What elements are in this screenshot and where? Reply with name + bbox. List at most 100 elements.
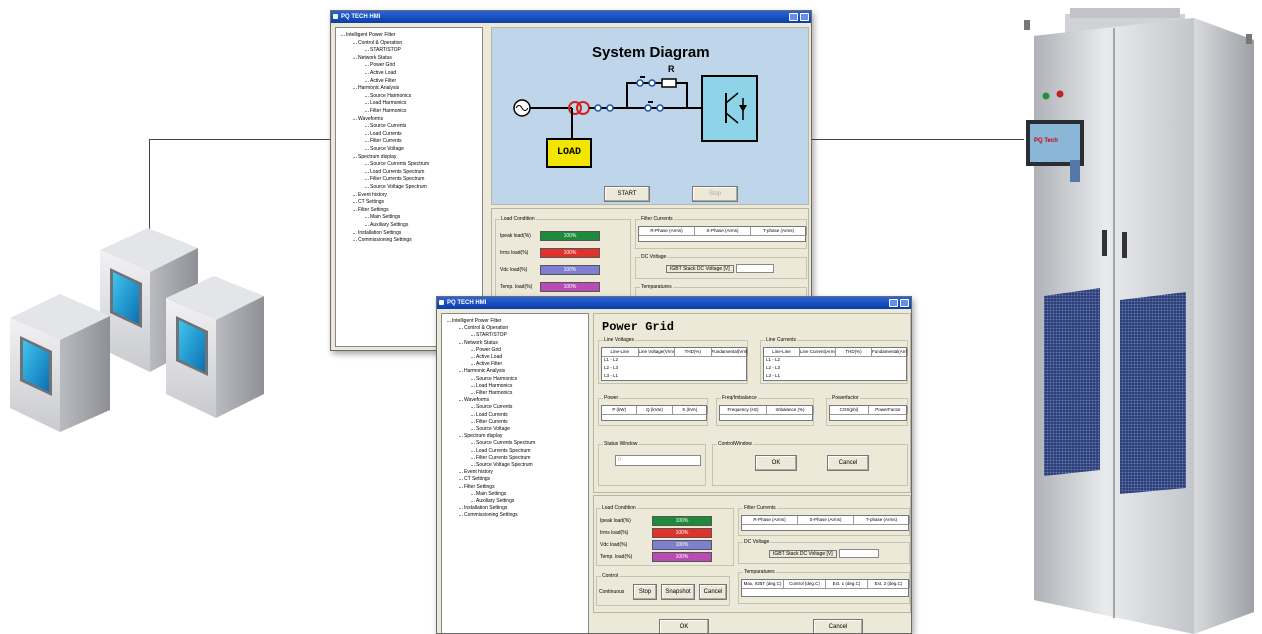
continuous-label[interactable]: Continuous <box>599 589 624 595</box>
dc-voltage-field[interactable] <box>736 264 774 273</box>
close-button[interactable] <box>800 13 809 21</box>
tree-item[interactable]: Load Currents Spectrum <box>470 448 530 454</box>
tree-item[interactable]: Load Currents <box>471 412 508 418</box>
tree-item[interactable]: Source Voltage Spectrum <box>365 184 427 190</box>
stop-button[interactable]: Stop <box>692 186 738 202</box>
window1-titlebar[interactable]: PQ TECH HMI <box>331 11 811 23</box>
dc-voltage-field[interactable] <box>839 549 879 558</box>
tree-item[interactable]: Filter Currents <box>471 419 508 425</box>
tree-item[interactable]: Installation Settings <box>352 230 401 236</box>
tree-item[interactable]: Active Filter <box>364 78 396 84</box>
tree-item[interactable]: Power Grid <box>364 62 395 68</box>
tree-item[interactable]: Commissioning Settings <box>459 512 518 518</box>
power-grid-panel: Power Grid Line Voltages Line-Line Line V… <box>593 313 911 493</box>
power-group: Power P (kW) Q (kVar) S (kVA) <box>598 395 708 426</box>
tree-item[interactable]: CT Settings <box>352 199 384 205</box>
table-row-label: L1 - L2 <box>766 357 781 362</box>
dc-voltage-field-label: IGBT Stack DC Voltage [V] <box>769 550 837 558</box>
column-header: P (kW) <box>602 406 638 414</box>
tree-item[interactable]: Event history <box>353 192 387 198</box>
tree-item[interactable]: Load Currents <box>365 131 402 137</box>
tree-item[interactable]: Source Currents <box>364 123 406 129</box>
tree-item[interactable]: Spectrum display <box>352 154 396 160</box>
tree-item[interactable]: Auxiliary Settings <box>470 498 514 504</box>
tree-item[interactable]: Network Status <box>353 55 392 61</box>
tree-item[interactable]: Active Filter <box>470 361 502 367</box>
tree-item[interactable]: Filter Currents Spectrum <box>470 455 530 461</box>
tree-item[interactable]: Intelligent Power Filter <box>340 32 395 38</box>
tree-item[interactable]: Filter Settings <box>353 207 389 213</box>
tree-item[interactable]: START/STOP <box>471 332 507 338</box>
load-condition-label: Ipeak load(%) <box>500 233 531 239</box>
column-header: THD(%) <box>675 348 712 356</box>
tree-item[interactable]: Source Harmonics <box>364 93 411 99</box>
close-button[interactable] <box>900 299 909 307</box>
tree-item[interactable]: Load Harmonics <box>364 100 406 106</box>
tree-item[interactable]: Intelligent Power Filter <box>446 318 501 324</box>
load-condition-bar: 100% <box>540 265 600 275</box>
minimize-button[interactable] <box>889 299 898 307</box>
tree-item[interactable]: Main Settings <box>470 491 506 497</box>
tree-item[interactable]: Source Voltage <box>471 426 510 432</box>
tree-item[interactable]: Spectrum display <box>458 433 502 439</box>
tree-item[interactable]: Waveforms <box>352 116 383 122</box>
tree-item[interactable]: Installation Settings <box>458 505 507 511</box>
load-condition-label: Vdc load(%) <box>500 267 528 273</box>
start-button[interactable]: START <box>604 186 650 202</box>
load-condition-title: Load Condition <box>500 216 536 222</box>
filter-currents-table: R-Phase (Arms) S-Phase (Arms) T-phase (Arm… <box>638 226 807 242</box>
tree-item[interactable]: Source Currents Spectrum <box>364 161 429 167</box>
tree-item[interactable]: START/STOP <box>365 47 401 53</box>
snapshot-button[interactable]: Snapshot <box>661 584 695 600</box>
minimize-button[interactable] <box>789 13 798 21</box>
navigation-tree[interactable]: Intelligent Power Filter Control & Operat… <box>441 313 589 633</box>
freq-imbalance-table: Frequency (Hz) Imbalance (%) <box>719 405 814 421</box>
tree-item[interactable]: Harmonic Analysis <box>458 368 505 374</box>
freq-imbalance-title: Freq/Imbalance <box>721 395 758 401</box>
tree-item[interactable]: Source Harmonics <box>470 376 517 382</box>
table-row-label: L2 - L3 <box>604 365 619 370</box>
tree-item[interactable]: Auxiliary Settings <box>364 222 408 228</box>
powerfactor-title: Powerfactor <box>831 395 860 401</box>
tree-item[interactable]: Filter Harmonics <box>470 390 512 396</box>
tree-item[interactable]: Control & Operation <box>458 325 508 331</box>
column-header: Control (deg.C) <box>784 580 826 588</box>
tree-item[interactable]: Active Load <box>470 354 502 360</box>
hmi-window-power-grid: PQ TECH HMI Intelligent Power Filter Cont… <box>436 296 912 634</box>
tree-item[interactable]: Source Voltage Spectrum <box>471 462 533 468</box>
tree-item[interactable]: Commissioning Settings <box>353 237 412 243</box>
column-header: T-phase (Arms) <box>751 227 807 235</box>
tree-item[interactable]: Control & Operation <box>352 40 402 46</box>
power-filter-cabinet <box>1024 8 1254 634</box>
line-currents-table: Line-Line Line Current(Arms) THD(%) Fundame… <box>763 347 908 381</box>
control-cancel-button[interactable]: Cancel <box>699 584 727 600</box>
tree-item[interactable]: Waveforms <box>458 397 489 403</box>
ok-button[interactable]: OK <box>659 619 709 633</box>
tree-item[interactable]: Network Status <box>459 340 498 346</box>
window2-titlebar[interactable]: PQ TECH HMI <box>437 297 911 309</box>
tree-item[interactable]: Event history <box>459 469 493 475</box>
status-window-field[interactable]: 0 <box>615 455 701 466</box>
tree-item[interactable]: Harmonic Analysis <box>352 85 399 91</box>
control-window-title: ControlWindow <box>717 441 753 447</box>
tree-item[interactable]: CT Settings <box>458 476 490 482</box>
tree-item[interactable]: Source Currents <box>470 404 512 410</box>
tree-item[interactable]: Filter Currents <box>365 138 402 144</box>
tree-item[interactable]: Filter Currents Spectrum <box>364 176 424 182</box>
temperatures-title: Temparatures <box>640 284 673 290</box>
cancel-button[interactable]: Cancel <box>813 619 863 633</box>
temperatures-group: Temparatures Max. IGBT (deg.C) Control (d… <box>738 569 910 604</box>
page-title: Power Grid <box>602 320 675 334</box>
tree-item[interactable]: Source Currents Spectrum <box>470 440 535 446</box>
tree-item[interactable]: Source Voltage <box>365 146 404 152</box>
control-cancel-button[interactable]: Cancel <box>827 455 869 471</box>
tree-item[interactable]: Filter Harmonics <box>364 108 406 114</box>
tree-item[interactable]: Active Load <box>364 70 396 76</box>
tree-item[interactable]: Load Currents Spectrum <box>364 169 424 175</box>
stop-button[interactable]: Stop <box>633 584 657 600</box>
tree-item[interactable]: Main Settings <box>364 214 400 220</box>
tree-item[interactable]: Filter Settings <box>459 484 495 490</box>
control-ok-button[interactable]: OK <box>755 455 797 471</box>
tree-item[interactable]: Power Grid <box>470 347 501 353</box>
tree-item[interactable]: Load Harmonics <box>470 383 512 389</box>
